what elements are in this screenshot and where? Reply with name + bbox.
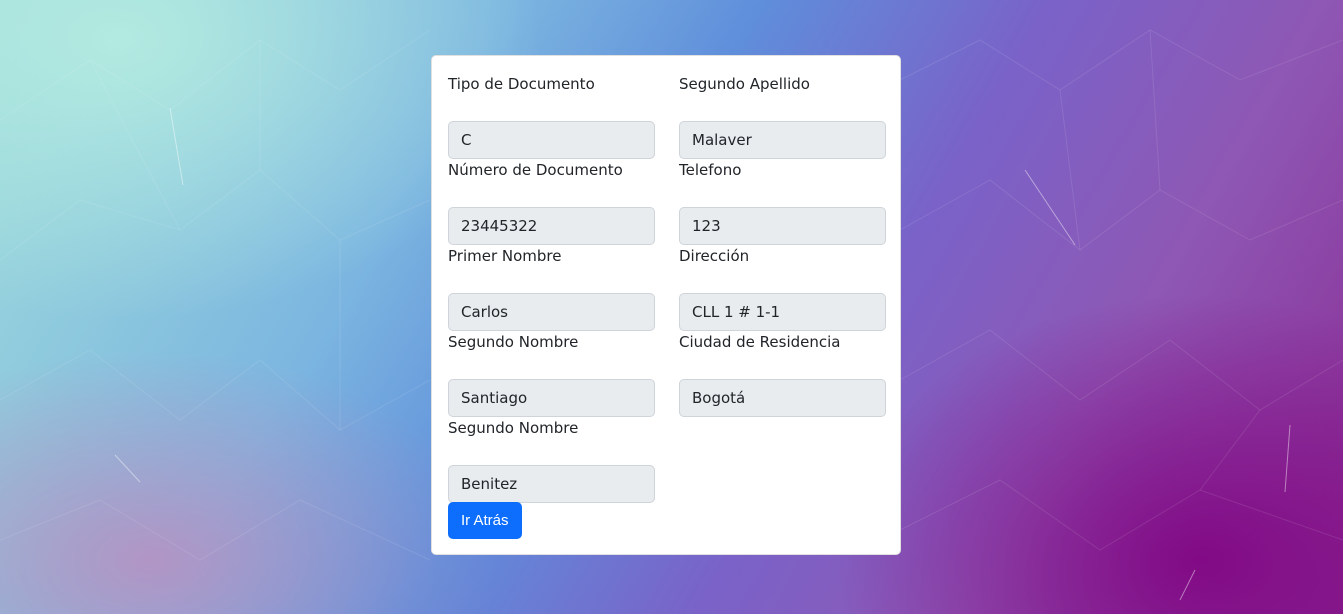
back-button[interactable]: Ir Atrás [448, 502, 522, 539]
first-surname-input[interactable]: Benitez [448, 465, 655, 503]
address-label: Dirección [679, 247, 750, 265]
second-name-label: Segundo Nombre [448, 333, 579, 351]
second-surname-input[interactable]: Malaver [679, 121, 886, 159]
phone-label: Telefono [679, 161, 742, 179]
phone-input[interactable]: 123 [679, 207, 886, 245]
document-type-label: Tipo de Documento [448, 75, 595, 93]
document-number-label: Número de Documento [448, 161, 623, 179]
user-details-card: Tipo de Documento C Número de Documento … [431, 55, 901, 555]
address-input[interactable]: CLL 1 # 1-1 [679, 293, 886, 331]
city-input[interactable]: Bogotá [679, 379, 886, 417]
second-surname-label: Segundo Apellido [679, 75, 810, 93]
first-name-label: Primer Nombre [448, 247, 562, 265]
document-type-input[interactable]: C [448, 121, 655, 159]
first-surname-label: Segundo Nombre [448, 419, 579, 437]
first-name-input[interactable]: Carlos [448, 293, 655, 331]
document-number-input[interactable]: 23445322 [448, 207, 655, 245]
second-name-input[interactable]: Santiago [448, 379, 655, 417]
city-label: Ciudad de Residencia [679, 333, 841, 351]
